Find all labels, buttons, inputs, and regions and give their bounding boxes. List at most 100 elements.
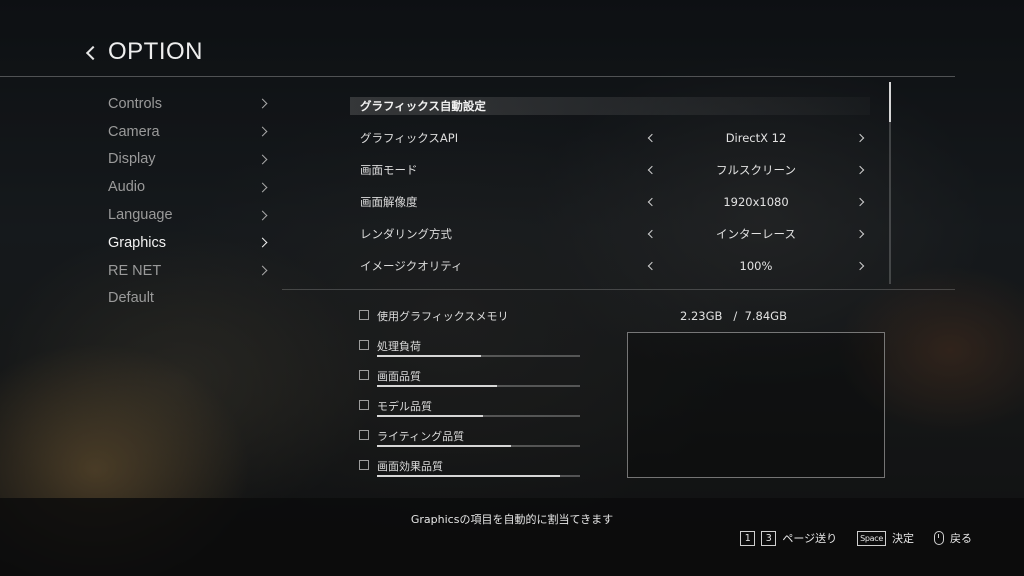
setting-label: イメージクオリティ [360,259,463,273]
sidebar-item-label: Language [108,207,173,224]
page-title: OPTION [108,38,204,65]
confirm-label: 決定 [892,532,914,545]
setting-value: フルスクリーン [716,163,796,177]
setting-value: 1920x1080 [723,195,789,209]
memory-usage-item: 使用グラフィックスメモリ [359,300,599,330]
sidebar-item-re-net[interactable]: RE NET [108,257,278,285]
chevron-right-icon [257,154,268,165]
key-3-icon[interactable]: 3 [761,530,777,546]
graphics-memory-panel: 使用グラフィックスメモリ 処理負荷 画面品質 モデル品質 ライティング品質 画面… [359,300,599,480]
quality-item-effects: 画面効果品質 [359,450,599,480]
auto-graphics-setting[interactable]: グラフィックス自動設定 [350,90,880,122]
chevron-right-icon[interactable] [855,165,865,175]
memory-usage-label: 使用グラフィックスメモリ [377,310,509,323]
setting-row-graphics-api[interactable]: グラフィックスAPI DirectX 12 [350,122,880,154]
quality-bar-fill [377,445,511,447]
checkbox[interactable] [359,400,369,410]
memory-total-value: 7.84GB [744,309,787,323]
quality-bar [377,415,580,417]
sidebar-item-label: Display [108,151,156,168]
sidebar-item-label: Graphics [108,234,167,251]
quality-label: モデル品質 [377,400,432,413]
setting-row-rendering-mode[interactable]: レンダリング方式 インターレース [350,218,880,250]
checkbox[interactable] [359,430,369,440]
quality-label: 画面品質 [377,370,421,383]
quality-bar-fill [377,385,497,387]
sidebar-item-controls[interactable]: Controls [108,90,278,118]
setting-label: グラフィックス自動設定 [360,99,486,113]
chevron-right-icon [257,98,268,109]
setting-value: 100% [739,259,773,273]
header-divider [0,76,955,77]
chevron-right-icon[interactable] [855,261,865,271]
back-label: 戻る [950,532,972,545]
memory-separator: / [733,309,738,323]
sidebar-item-label: Controls [108,95,162,112]
mouse-icon[interactable] [934,531,944,545]
quality-label: 画面効果品質 [377,460,443,473]
setting-row-resolution[interactable]: 画面解像度 1920x1080 [350,186,880,218]
quality-bar [377,355,580,357]
back-chevron-icon[interactable] [85,45,101,60]
quality-item-load: 処理負荷 [359,330,599,360]
chevron-right-icon [257,237,268,248]
section-divider [282,289,955,290]
graphics-settings-list: グラフィックス自動設定 グラフィックスAPI DirectX 12 画面モード … [350,90,880,282]
sidebar-item-graphics[interactable]: Graphics [108,229,278,257]
chevron-right-icon [257,126,268,137]
chevron-right-icon [257,182,268,193]
chevron-left-icon[interactable] [647,261,657,271]
sidebar-item-label: Camera [108,123,160,140]
control-hints: 1 3 ページ送り Space 決定 戻る [740,530,972,546]
sidebar-item-audio[interactable]: Audio [108,173,278,201]
chevron-right-icon[interactable] [855,133,865,143]
sidebar-item-label: Audio [108,179,146,196]
preview-frame [627,332,885,478]
chevron-right-icon[interactable] [855,197,865,207]
page-turn-label: ページ送り [782,532,838,545]
memory-used-value: 2.23GB [680,309,723,323]
setting-label: 画面解像度 [360,195,418,209]
chevron-left-icon[interactable] [647,165,657,175]
setting-label: レンダリング方式 [360,227,452,241]
quality-bar [377,445,580,447]
chevron-left-icon[interactable] [647,229,657,239]
chevron-right-icon [257,210,268,221]
sidebar-item-default[interactable]: Default [108,285,278,313]
setting-row-image-quality[interactable]: イメージクオリティ 100% [350,250,880,282]
setting-label: 画面モード [360,163,418,177]
quality-label: ライティング品質 [377,430,465,443]
footer-hint: Graphicsの項目を自動的に割当てきます [410,513,614,526]
scrollbar-thumb[interactable] [889,82,891,122]
quality-bar-fill [377,415,483,417]
checkbox[interactable] [359,310,369,320]
sidebar-item-label: RE NET [108,262,162,279]
checkbox[interactable] [359,460,369,470]
setting-row-screen-mode[interactable]: 画面モード フルスクリーン [350,154,880,186]
setting-value: インターレース [716,227,796,241]
header: OPTION [85,38,204,66]
key-1-icon[interactable]: 1 [740,530,756,546]
chevron-left-icon[interactable] [647,133,657,143]
checkbox[interactable] [359,340,369,350]
quality-item-lighting: ライティング品質 [359,420,599,450]
chevron-right-icon [257,265,268,276]
sidebar: Controls Camera Display Audio Language G… [108,90,278,312]
chevron-left-icon[interactable] [647,197,657,207]
quality-bar-fill [377,475,560,477]
chevron-right-icon[interactable] [855,229,865,239]
setting-label: グラフィックスAPI [360,131,459,145]
quality-item-screen: 画面品質 [359,360,599,390]
quality-item-model: モデル品質 [359,390,599,420]
quality-bar-fill [377,355,481,357]
quality-bar [377,385,580,387]
sidebar-item-camera[interactable]: Camera [108,118,278,146]
setting-value: DirectX 12 [725,131,787,145]
checkbox[interactable] [359,370,369,380]
sidebar-item-label: Default [108,290,154,307]
sidebar-item-display[interactable]: Display [108,146,278,174]
quality-label: 処理負荷 [377,340,421,353]
space-key-icon[interactable]: Space [857,530,886,546]
sidebar-item-language[interactable]: Language [108,201,278,229]
memory-usage-readout: 2.23GB / 7.84GB [680,309,787,323]
